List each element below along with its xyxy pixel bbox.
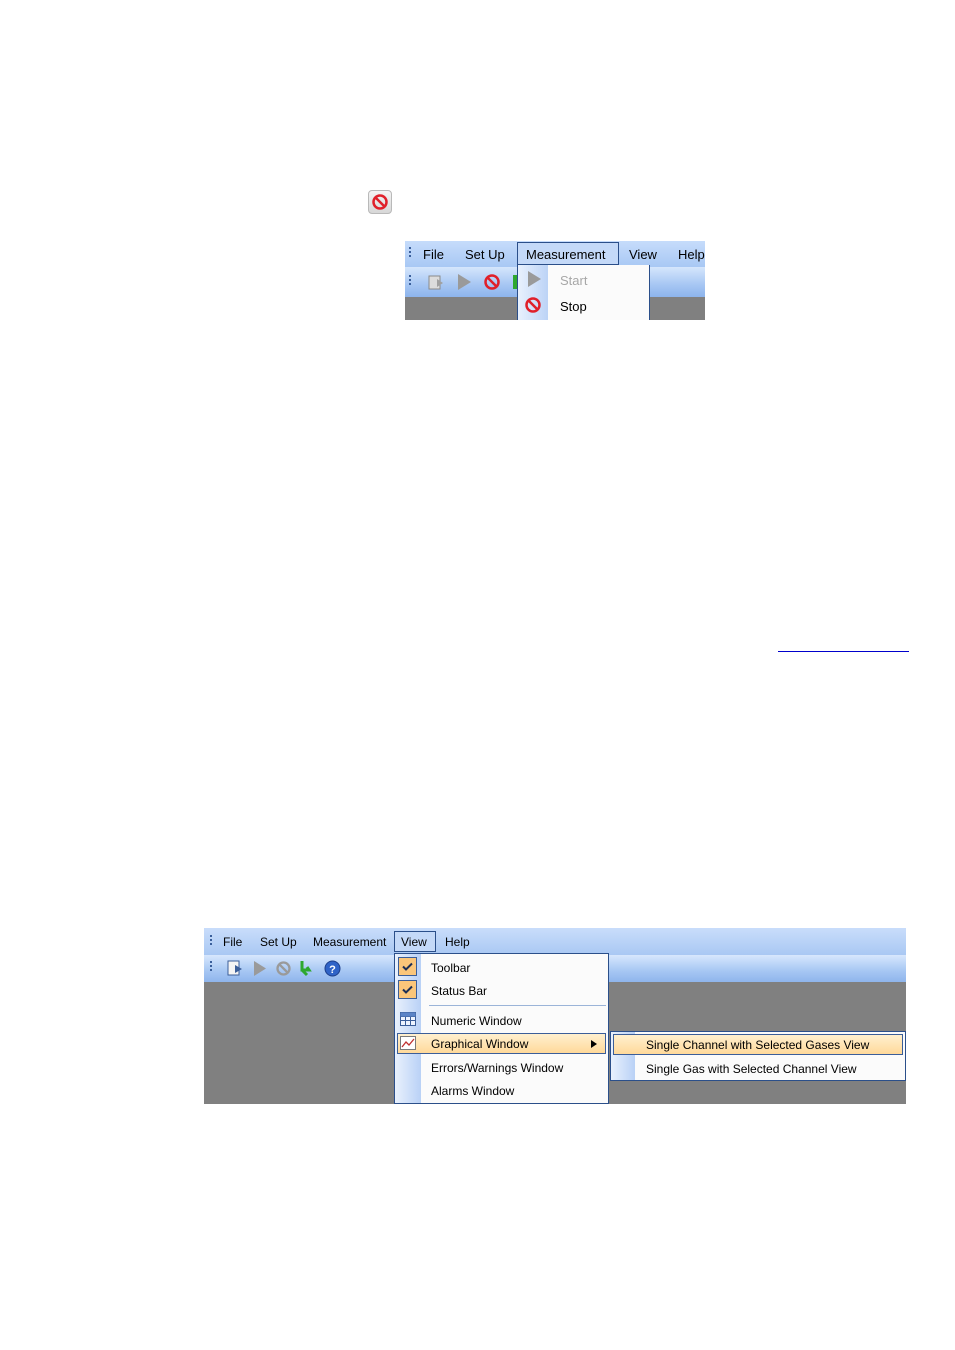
menu-item-errors-warnings-window[interactable]: Errors/Warnings Window — [431, 1061, 563, 1075]
stop-icon — [368, 190, 392, 214]
menu-help[interactable]: Help — [678, 247, 705, 262]
menu-view[interactable]: View — [394, 931, 436, 952]
status-bar-check-icon — [398, 980, 417, 999]
menu-measurement[interactable]: Measurement — [313, 935, 386, 949]
menu-file[interactable]: File — [423, 247, 444, 262]
menu-setup[interactable]: Set Up — [260, 935, 297, 949]
menu-bar: File Set Up Measurement View Help — [204, 928, 906, 955]
submenu-arrow-icon — [591, 1040, 597, 1048]
menu-bar: File Set Up Measurement View Help — [405, 241, 705, 267]
view-menu-screenshot: File Set Up Measurement View Help ? Tool… — [204, 928, 906, 1104]
menu-help[interactable]: Help — [445, 935, 470, 949]
start-icon — [528, 271, 541, 287]
toolbar-grip-icon — [409, 275, 411, 287]
menu-file[interactable]: File — [223, 935, 242, 949]
graphical-window-submenu: Single Channel with Selected Gases View … — [610, 1031, 906, 1081]
menu-grip-icon — [210, 935, 212, 947]
menu-item-status-bar[interactable]: Status Bar — [431, 984, 487, 998]
hyperlink-underline[interactable] — [778, 651, 909, 652]
menu-item-start[interactable]: Start — [560, 273, 587, 288]
svg-text:?: ? — [329, 964, 336, 976]
menu-measurement[interactable]: Measurement — [517, 242, 619, 265]
menu-item-graphical-window[interactable]: Graphical Window — [431, 1037, 528, 1051]
start-icon[interactable] — [456, 273, 472, 291]
stop-icon[interactable] — [275, 960, 292, 977]
measurement-menu-screenshot: File Set Up Measurement View Help Start — [405, 241, 705, 320]
menu-setup[interactable]: Set Up — [465, 247, 505, 262]
submenu-item-single-channel[interactable]: Single Channel with Selected Gases View — [646, 1038, 869, 1052]
stop-icon — [525, 297, 541, 313]
menu-separator — [429, 1005, 606, 1006]
menu-view[interactable]: View — [629, 247, 657, 262]
measurement-dropdown: Start Stop — [517, 265, 650, 320]
menu-item-alarms-window[interactable]: Alarms Window — [431, 1084, 514, 1098]
open-document-icon[interactable] — [226, 959, 246, 977]
toolbar-check-icon — [398, 957, 417, 976]
graph-icon — [400, 1036, 416, 1050]
start-icon[interactable] — [252, 960, 268, 977]
refresh-icon[interactable] — [299, 959, 316, 977]
menu-item-toolbar[interactable]: Toolbar — [431, 961, 470, 975]
submenu-item-single-gas[interactable]: Single Gas with Selected Channel View — [646, 1062, 857, 1076]
toolbar-grip-icon — [210, 961, 212, 973]
menu-grip-icon — [409, 247, 411, 259]
help-icon[interactable]: ? — [324, 960, 341, 977]
menu-item-stop[interactable]: Stop — [560, 299, 587, 314]
open-document-icon[interactable] — [427, 273, 447, 291]
view-dropdown: Toolbar Status Bar Numeric Window Graphi… — [394, 953, 609, 1104]
stop-icon[interactable] — [483, 273, 501, 291]
table-grid-icon — [400, 1012, 416, 1026]
menu-item-numeric-window[interactable]: Numeric Window — [431, 1014, 522, 1028]
